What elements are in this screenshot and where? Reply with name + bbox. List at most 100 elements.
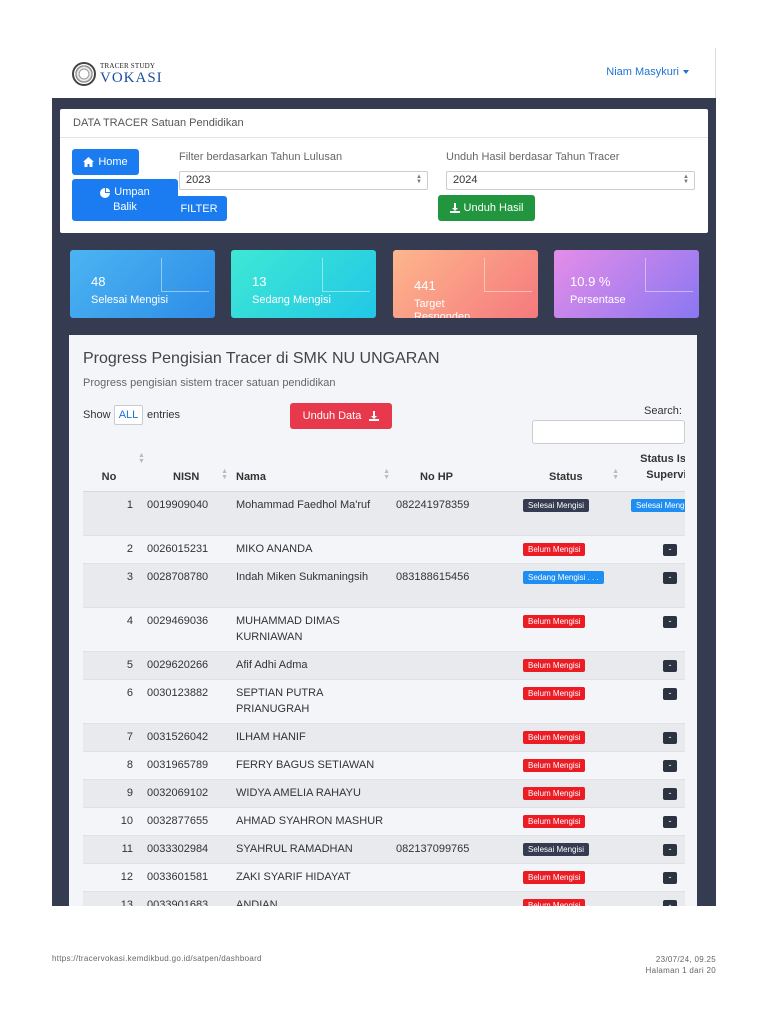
sort-icon: ▲ ▼ xyxy=(221,468,228,481)
show-label: Show xyxy=(83,409,111,421)
search-input[interactable] xyxy=(532,420,685,444)
status-badge: Selesai Mengisi xyxy=(523,843,590,856)
row-supervisi[interactable]: - xyxy=(625,651,685,680)
column-header-hp[interactable]: No HP xyxy=(396,451,509,492)
row-number: 2 xyxy=(83,535,145,564)
row-supervisi[interactable]: - xyxy=(625,723,685,752)
row-number: 5 xyxy=(83,651,145,680)
column-header-nama[interactable]: Nama ▲ ▼ xyxy=(234,451,396,492)
row-supervisi[interactable]: Selesai Mengisi xyxy=(625,491,685,536)
stat-value: 10.9 % xyxy=(570,274,611,289)
table-row: 7 0031526042 ILHAM HANIF Belum Mengisi - xyxy=(83,723,685,752)
stat-card-sedang: 13 Sedang Mengisi xyxy=(231,250,376,318)
user-menu[interactable]: Niam Masykuri xyxy=(606,66,689,78)
column-label: NISN xyxy=(173,471,200,483)
row-nisn: 0031526042 xyxy=(145,723,234,752)
supervisi-dash-button[interactable]: - xyxy=(663,816,677,828)
row-status: Belum Mengisi xyxy=(509,807,625,836)
umpan-balik-label-line1: Umpan xyxy=(114,186,150,198)
row-nama: FERRY BAGUS SETIAWAN xyxy=(234,751,396,780)
select-arrows-icon: ▲ ▼ xyxy=(416,174,422,185)
supervisi-badge[interactable]: Selesai Mengisi xyxy=(631,499,685,512)
row-supervisi[interactable]: - xyxy=(625,679,685,724)
tahun-tracer-select[interactable]: 2024 ▲ ▼ xyxy=(446,171,695,190)
supervisi-dash-button[interactable]: - xyxy=(663,572,677,584)
umpan-balik-label-line2: Balik xyxy=(113,201,137,213)
row-number: 12 xyxy=(83,863,145,892)
unduh-data-label: Unduh Data xyxy=(302,410,362,422)
row-nama: MIKO ANANDA xyxy=(234,535,396,564)
column-header-nisn[interactable]: NISN ▲ ▼ xyxy=(145,451,234,492)
pie-chart-icon xyxy=(100,187,111,198)
row-hp xyxy=(396,679,509,724)
row-supervisi[interactable]: - xyxy=(625,563,685,608)
row-nama: ANDIAN xyxy=(234,891,396,906)
stat-card-selesai: 48 Selesai Mengisi xyxy=(70,250,215,318)
table-row: 5 0029620266 Afif Adhi Adma Belum Mengisi - xyxy=(83,651,685,680)
row-supervisi[interactable]: - xyxy=(625,779,685,808)
unduh-hasil-button[interactable]: Unduh Hasil xyxy=(438,195,535,221)
stat-value: 48 xyxy=(91,274,106,289)
row-status: Belum Mengisi xyxy=(509,651,625,680)
divider xyxy=(60,137,708,138)
supervisi-dash-button[interactable]: - xyxy=(663,788,677,800)
filter-button[interactable]: FILTER xyxy=(171,196,227,221)
supervisi-dash-button[interactable]: - xyxy=(663,872,677,884)
supervisi-dash-button[interactable]: - xyxy=(663,688,677,700)
unduh-tahun-tracer-label: Unduh Hasil berdasar Tahun Tracer xyxy=(446,151,620,163)
row-supervisi[interactable]: - xyxy=(625,891,685,906)
supervisi-dash-button[interactable]: - xyxy=(663,760,677,772)
logo-big-text: VOKASI xyxy=(100,69,163,86)
table-row: 3 0028708780 Indah Miken Sukmaningsih 08318… xyxy=(83,563,685,608)
row-hp xyxy=(396,779,509,808)
select-arrows-icon: ▲ ▼ xyxy=(683,174,689,185)
row-supervisi[interactable]: - xyxy=(625,835,685,864)
row-status: Belum Mengisi xyxy=(509,535,625,564)
row-hp xyxy=(396,535,509,564)
row-supervisi[interactable]: - xyxy=(625,607,685,652)
unduh-data-button[interactable]: Unduh Data xyxy=(290,403,392,429)
row-status: Sedang Mengisi . . . xyxy=(509,563,625,608)
row-number: 13 xyxy=(83,891,145,906)
row-supervisi[interactable]: - xyxy=(625,807,685,836)
tracer-study-logo[interactable]: TRACER STUDY VOKASI xyxy=(72,62,163,86)
umpan-balik-button[interactable]: Umpan Balik xyxy=(72,179,178,221)
column-header-supervisi[interactable]: Status Isian Supervisi xyxy=(625,451,685,492)
row-supervisi[interactable]: - xyxy=(625,863,685,892)
row-number: 10 xyxy=(83,807,145,836)
row-number: 11 xyxy=(83,835,145,864)
row-status: Belum Mengisi xyxy=(509,607,625,652)
row-nisn: 0033601581 xyxy=(145,863,234,892)
stat-card-target: 441 Target Responden xyxy=(393,250,538,318)
supervisi-dash-button[interactable]: - xyxy=(663,900,677,906)
status-badge: Belum Mengisi xyxy=(523,787,586,800)
filter-button-label: FILTER xyxy=(180,202,218,215)
filter-card-title: DATA TRACER Satuan Pendidikan xyxy=(73,117,244,129)
download-icon xyxy=(449,203,460,213)
supervisi-dash-button[interactable]: - xyxy=(663,660,677,672)
card-decoration xyxy=(645,258,693,292)
progress-table: No ▲ ▼ NISN ▲ ▼ Nama ▲ ▼ No HP Status ▲ ▼ Status… xyxy=(83,451,685,906)
row-supervisi[interactable]: - xyxy=(625,751,685,780)
page: TRACER STUDY VOKASI Niam Masykuri DATA T… xyxy=(52,48,716,906)
tahun-lulusan-select[interactable]: 2023 ▲ ▼ xyxy=(179,171,428,190)
home-button[interactable]: Home xyxy=(72,149,139,175)
supervisi-dash-button[interactable]: - xyxy=(663,844,677,856)
column-header-status[interactable]: Status ▲ ▼ xyxy=(509,451,625,492)
row-hp: 082241978359 xyxy=(396,491,509,536)
row-hp xyxy=(396,607,509,652)
supervisi-dash-button[interactable]: - xyxy=(663,616,677,628)
supervisi-dash-button[interactable]: - xyxy=(663,544,677,556)
row-supervisi[interactable]: - xyxy=(625,535,685,564)
show-entries-select[interactable]: ALL xyxy=(114,405,143,425)
progress-table-wrapper: No ▲ ▼ NISN ▲ ▼ Nama ▲ ▼ No HP Status ▲ ▼ Status… xyxy=(83,451,685,906)
row-status: Belum Mengisi xyxy=(509,679,625,724)
footer-datetime: 23/07/24, 09.25 xyxy=(655,955,716,964)
status-badge: Belum Mengisi xyxy=(523,871,586,884)
column-header-no[interactable]: No ▲ ▼ xyxy=(83,451,145,492)
row-status: Belum Mengisi xyxy=(509,863,625,892)
user-name: Niam Masykuri xyxy=(606,66,679,78)
supervisi-dash-button[interactable]: - xyxy=(663,732,677,744)
search-label: Search: xyxy=(644,405,682,417)
row-nama: ILHAM HANIF xyxy=(234,723,396,752)
